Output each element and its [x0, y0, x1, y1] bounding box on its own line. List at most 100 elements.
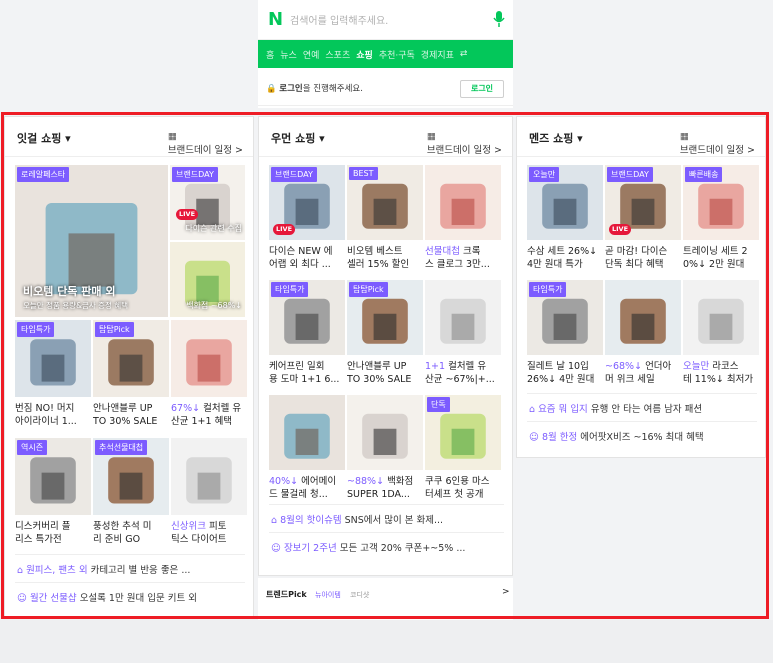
- panel-title[interactable]: 멘즈 쇼핑 ▾: [529, 130, 583, 146]
- product-badge: 타임특가: [17, 322, 55, 337]
- product-tile[interactable]: 추석선물대첩풍성한 추석 미리 준비 GO: [93, 438, 169, 547]
- product-caption: 40%↓ 에어메이: [269, 475, 345, 488]
- promo-text: 오설록 1만 원대 입문 키트 외: [76, 593, 197, 604]
- shopping-panel-2: 멘즈 쇼핑 ▾ ▦ 브랜드데이 일정 > 오늘만 수삼 세트 26%↓ 4만 원대 특가…: [516, 116, 766, 458]
- hero-tile[interactable]: 로레알페스타 비오템 단독 판매 외 오늘만 정품 용량&금사 증정 혜택: [15, 165, 168, 317]
- brand-day-link-wrap[interactable]: ▦ 브랜드데이 일정 >: [680, 131, 755, 156]
- caption-highlight: ~88%↓: [347, 476, 385, 487]
- caption-rest: 에어메이: [298, 476, 337, 487]
- nav-tab-4[interactable]: 쇼핑: [356, 48, 373, 61]
- promo-highlight: 8월 한정: [541, 432, 578, 443]
- product-tile[interactable]: 역시즌 디스커버리 플 리스 특가전: [15, 438, 91, 547]
- promo-link[interactable]: ⌂ 요즘 뭐 입지 유행 안 타는 여름 남자 패션: [529, 401, 702, 415]
- promo-link[interactable]: ⌂ 8월의 핫이슈템 SNS에서 많이 본 화제...: [271, 512, 443, 526]
- product-caption: 어랩 외 최다 ...: [269, 259, 331, 270]
- nav-tab-2[interactable]: 연예: [303, 48, 320, 61]
- product-badge: 브랜드DAY: [271, 167, 317, 182]
- promo-link[interactable]: ⌂ 원피스, 팬츠 외 카테고리 별 반응 좋은 ...: [17, 562, 190, 576]
- product-caption: 스 클로그 3만...: [425, 259, 490, 270]
- brand-day-link-wrap[interactable]: ▦ 브랜드데이 일정 >: [168, 131, 243, 156]
- product-image: [683, 280, 759, 355]
- product-badge: 빠른배송: [685, 167, 723, 182]
- product-caption: 머 위크 세일: [605, 374, 655, 385]
- panel-title[interactable]: 잇걸 쇼핑 ▾: [17, 130, 71, 146]
- product-tile[interactable]: 단독 쿠쿠 6인용 마스 터셰프 첫 공개: [425, 395, 501, 502]
- brand-day-schedule-link[interactable]: 브랜드데이 일정 >: [427, 142, 502, 156]
- product-tile[interactable]: 67%↓ 컬처렐 유 산균 1+1 혜택: [171, 320, 247, 429]
- nav-tab-0[interactable]: 홈: [266, 48, 274, 61]
- product-caption: 테 11%↓ 최저가: [683, 374, 754, 385]
- promo-highlight: 장보기 2주년: [283, 543, 337, 554]
- product-tile[interactable]: ~88%↓ 백화점 SUPER 1DA...: [347, 395, 423, 502]
- chevron-right-icon[interactable]: >: [502, 587, 510, 597]
- product-badge: 역시즌: [17, 440, 48, 455]
- promo-link[interactable]: ☺ 8월 한정 에어팟X비즈 ~16% 최대 혜택: [529, 429, 704, 443]
- brand-day-link-wrap[interactable]: ▦ 브랜드데이 일정 >: [427, 131, 502, 156]
- product-tile[interactable]: 빠른배송 트레이닝 세트 2 0%↓ 2만 원대: [683, 165, 759, 272]
- product-caption: 셀러 15% 할인: [347, 259, 410, 270]
- product-tile[interactable]: 신상위크 피토 틱스 다이어트: [171, 438, 247, 547]
- mic-icon[interactable]: [493, 9, 505, 29]
- product-badge: 탑탑Pick: [95, 322, 134, 337]
- product-tile[interactable]: 브랜드DAY LIVE 다이슨 NEW 에 어랩 외 최다 ...: [269, 165, 345, 272]
- product-tile[interactable]: 40%↓ 에어메이 드 물걸레 청...: [269, 395, 345, 502]
- nav-tab-3[interactable]: 스포츠: [325, 48, 350, 61]
- login-bar: 🔒 로그인을 진행해주세요. 로그인: [258, 68, 513, 106]
- nav-tab-5[interactable]: 추천·구독: [379, 48, 415, 61]
- product-badge: 추석선물대첩: [95, 440, 148, 455]
- promo-link[interactable]: ☺ 월간 선물샵 오설록 1만 원대 입문 키트 외: [17, 590, 197, 604]
- caption-highlight: 1+1: [425, 361, 446, 372]
- product-tile[interactable]: 탑탑Pick 안나앤블루 UP TO 30% SALE: [93, 320, 169, 429]
- calendar-icon: ▦: [167, 131, 177, 142]
- calendar-icon: ▦: [426, 131, 436, 142]
- product-badge: 단독: [427, 397, 450, 412]
- panel-title[interactable]: 우먼 쇼핑 ▾: [271, 130, 325, 146]
- divider: [15, 582, 245, 583]
- hanger-icon: ⌂: [271, 515, 281, 526]
- product-caption: 안나앤블루 UP: [93, 403, 153, 414]
- side-badge: 브랜드DAY: [172, 167, 218, 182]
- product-caption: 선물대첩 크록: [425, 245, 501, 258]
- side-tile[interactable]: 브랜드DAY LIVE 다이슨 관련 수집: [170, 165, 245, 240]
- tab-new-item[interactable]: 뉴아이템: [315, 590, 341, 600]
- product-tile[interactable]: 오늘만 수삼 세트 26%↓ 4만 원대 특가: [527, 165, 603, 272]
- product-tile[interactable]: 1+1 컬처렐 유 산균 ~67%|+...: [425, 280, 501, 387]
- product-caption: 트레이닝 세트 2: [683, 246, 748, 257]
- swap-icon[interactable]: ⇄: [460, 49, 468, 59]
- product-tile[interactable]: 선물대첩 크록 스 클로그 3만...: [425, 165, 501, 272]
- product-tile[interactable]: 타임특가 질레트 날 10입 26%↓ 4만 원대: [527, 280, 603, 387]
- product-tile[interactable]: ~68%↓ 언더아 머 위크 세일: [605, 280, 681, 387]
- product-tile[interactable]: 브랜드DAY LIVE 곧 마감! 다이슨 단독 최다 혜택: [605, 165, 681, 272]
- category-nav: 홈 뉴스 연예 스포츠 쇼핑 추천·구독 경제지표 ⇄: [258, 40, 513, 68]
- product-tile[interactable]: 타임특가 케어프린 일회 용 도마 1+1 6...: [269, 280, 345, 387]
- nav-tab-1[interactable]: 뉴스: [280, 48, 297, 61]
- panel-header: 잇걸 쇼핑 ▾ ▦ 브랜드데이 일정 >: [5, 117, 253, 157]
- search-bar[interactable]: N 검색어를 입력해주세요.: [258, 0, 513, 40]
- search-input[interactable]: 검색어를 입력해주세요.: [290, 12, 388, 27]
- login-button[interactable]: 로그인: [460, 80, 504, 98]
- product-badge: BEST: [349, 167, 378, 180]
- product-caption: 리스 특가전: [15, 534, 62, 545]
- caption-rest: 백화점: [384, 476, 414, 487]
- product-tile[interactable]: 오늘만 라코스 테 11%↓ 최저가: [683, 280, 759, 387]
- brand-day-schedule-link[interactable]: 브랜드데이 일정 >: [168, 142, 243, 156]
- side-caption: 백화점 ~68%↓: [186, 301, 242, 310]
- brand-day-schedule-link[interactable]: 브랜드데이 일정 >: [680, 142, 755, 156]
- naver-logo[interactable]: N: [268, 10, 288, 30]
- product-badge: 오늘만: [529, 167, 560, 182]
- product-tile[interactable]: 타임특가 번짐 NO! 머지 아이라이너 1...: [15, 320, 91, 429]
- nav-tab-6[interactable]: 경제지표: [421, 48, 454, 61]
- calendar-icon: ▦: [679, 131, 689, 142]
- product-image: [425, 280, 501, 355]
- product-tile[interactable]: 탑탑Pick 안나앤블루 UP TO 30% SALE: [347, 280, 423, 387]
- promo-link[interactable]: ☺ 장보기 2주년 모든 고객 20% 쿠폰+~5% ...: [271, 540, 465, 554]
- tab-codi-shot[interactable]: 코디샷: [350, 590, 369, 600]
- product-caption: 리 준비 GO: [93, 534, 141, 545]
- hero-badge: 로레알페스타: [17, 167, 70, 182]
- promo-text: 유행 안 타는 여름 남자 패션: [587, 404, 703, 415]
- product-caption: 풍성한 추석 미: [93, 521, 152, 532]
- product-caption: 26%↓ 4만 원대: [527, 374, 595, 385]
- product-tile[interactable]: BEST 비오템 베스트 셀러 15% 할인: [347, 165, 423, 272]
- product-caption: 용 도마 1+1 6...: [269, 374, 340, 385]
- side-tile[interactable]: 백화점 ~68%↓: [170, 242, 245, 317]
